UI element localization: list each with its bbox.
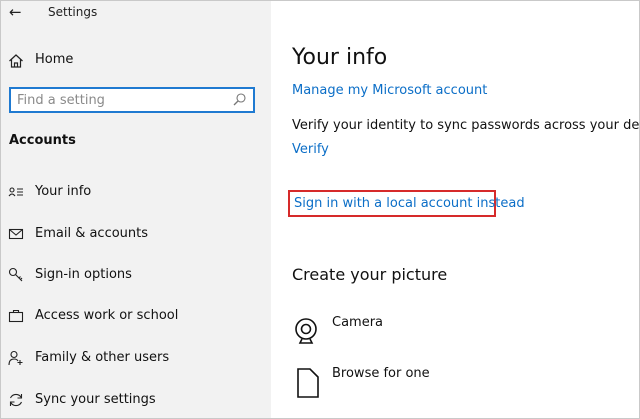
- section-title-create-picture: Create your picture: [292, 265, 448, 284]
- person-add-icon: [7, 349, 25, 367]
- sidebar-item-email-accounts[interactable]: Email & accounts: [1, 221, 271, 249]
- key-icon: [7, 266, 25, 284]
- sidebar: ← Settings Home Accounts Your info: [1, 1, 271, 418]
- search-icon[interactable]: [231, 91, 249, 109]
- window-title: Settings: [48, 5, 98, 19]
- title-bar: ← Settings: [1, 1, 271, 25]
- verify-description: Verify your identity to sync passwords a…: [292, 118, 640, 133]
- browse-label: Browse for one: [332, 366, 430, 381]
- camera-label: Camera: [332, 315, 384, 330]
- sidebar-item-sign-in-options[interactable]: Sign-in options: [1, 262, 271, 290]
- manage-account-link[interactable]: Manage my Microsoft account: [292, 83, 487, 98]
- sidebar-item-label: Sign-in options: [35, 267, 132, 282]
- sidebar-item-label: Access work or school: [35, 308, 179, 323]
- camera-icon: [292, 315, 326, 349]
- nav-home-label: Home: [35, 52, 74, 67]
- sidebar-item-label: Your info: [35, 184, 92, 199]
- camera-option[interactable]: Camera: [292, 315, 592, 349]
- sidebar-item-label: Sync your settings: [35, 392, 156, 407]
- browse-option[interactable]: Browse for one: [292, 366, 592, 400]
- page-title: Your info: [292, 45, 388, 70]
- highlight-box: Sign in with a local account instead: [288, 190, 525, 217]
- search-input[interactable]: [17, 91, 223, 109]
- verify-link[interactable]: Verify: [292, 142, 329, 157]
- contact-card-icon: [7, 183, 25, 201]
- main-content: Your info Manage my Microsoft account Ve…: [271, 1, 639, 418]
- sign-in-local-account-link[interactable]: Sign in with a local account instead: [294, 196, 525, 211]
- browse-file-icon: [292, 366, 326, 400]
- briefcase-icon: [7, 307, 25, 325]
- sidebar-item-access-work[interactable]: Access work or school: [1, 303, 271, 331]
- sidebar-item-label: Family & other users: [35, 350, 170, 365]
- section-title-accounts: Accounts: [9, 133, 76, 148]
- settings-window: ← Settings Home Accounts Your info: [0, 0, 640, 419]
- sidebar-item-your-info[interactable]: Your info: [1, 179, 271, 207]
- nav-home[interactable]: Home: [1, 48, 271, 74]
- sidebar-item-sync-settings[interactable]: Sync your settings: [1, 387, 271, 415]
- sync-icon: [7, 391, 25, 409]
- sidebar-item-label: Email & accounts: [35, 226, 149, 241]
- back-arrow-icon[interactable]: ←: [9, 3, 22, 21]
- home-icon: [7, 52, 25, 70]
- email-icon: [7, 225, 25, 243]
- search-box[interactable]: [9, 87, 255, 113]
- sidebar-item-family-users[interactable]: Family & other users: [1, 345, 271, 373]
